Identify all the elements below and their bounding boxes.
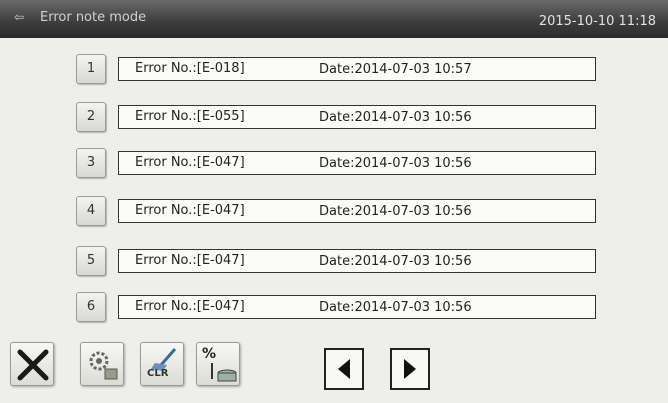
gear-icon [89,351,118,380]
record-number-button[interactable]: 5 [76,246,106,276]
window-title: Error note mode [40,10,147,25]
error-record-row: 6 Error No.:[E-047] Date:2014-07-03 10:5… [0,292,668,328]
close-button[interactable] [10,342,54,386]
error-record-row: 4 Error No.:[E-047] Date:2014-07-03 10:5… [0,196,668,232]
record-number-button[interactable]: 1 [76,54,106,84]
error-date: Date:2014-07-03 10:56 [319,204,472,219]
error-record-field[interactable]: Error No.:[E-047] Date:2014-07-03 10:56 [118,151,596,175]
ratio-button[interactable]: % [196,342,240,386]
record-number-button[interactable]: 2 [76,102,106,132]
error-record-field[interactable]: Error No.:[E-018] Date:2014-07-03 10:57 [118,57,596,81]
error-record-row: 2 Error No.:[E-055] Date:2014-07-03 10:5… [0,102,668,138]
error-number: Error No.:[E-047] [135,253,245,268]
next-page-button[interactable] [390,348,430,390]
error-date: Date:2014-07-03 10:56 [319,300,472,315]
error-record-field[interactable]: Error No.:[E-055] Date:2014-07-03 10:56 [118,105,596,129]
title-bar: ⇦ Error note mode 2015-10-10 11:18 [0,0,668,38]
error-date: Date:2014-07-03 10:56 [319,110,472,125]
error-record-row: 3 Error No.:[E-047] Date:2014-07-03 10:5… [0,148,668,184]
error-record-row: 1 Error No.:[E-018] Date:2014-07-03 10:5… [0,54,668,90]
error-record-row: 5 Error No.:[E-047] Date:2014-07-03 10:5… [0,246,668,282]
record-number-button[interactable]: 4 [76,196,106,226]
error-number: Error No.:[E-047] [135,203,245,218]
error-date: Date:2014-07-03 10:56 [319,254,472,269]
record-number-button[interactable]: 3 [76,148,106,178]
error-record-field[interactable]: Error No.:[E-047] Date:2014-07-03 10:56 [118,295,596,319]
clear-label: CLR [147,368,169,379]
close-x-icon [17,349,49,381]
error-record-field[interactable]: Error No.:[E-047] Date:2014-07-03 10:56 [118,199,596,223]
clock-display: 2015-10-10 11:18 [538,14,656,29]
record-number-button[interactable]: 6 [76,292,106,322]
error-date: Date:2014-07-03 10:57 [319,62,472,77]
database-icon [211,363,237,382]
previous-page-button[interactable] [324,348,364,390]
arrow-right-icon [404,359,416,379]
error-date: Date:2014-07-03 10:56 [319,156,472,171]
back-arrow-icon[interactable]: ⇦ [14,11,28,23]
error-number: Error No.:[E-018] [135,61,245,76]
settings-button[interactable] [80,342,124,386]
error-number: Error No.:[E-047] [135,155,245,170]
broom-icon [151,348,177,371]
error-record-field[interactable]: Error No.:[E-047] Date:2014-07-03 10:56 [118,249,596,273]
clear-button[interactable]: CLR [140,342,184,386]
arrow-left-icon [338,359,350,379]
error-number: Error No.:[E-047] [135,299,245,314]
error-number: Error No.:[E-055] [135,109,245,124]
